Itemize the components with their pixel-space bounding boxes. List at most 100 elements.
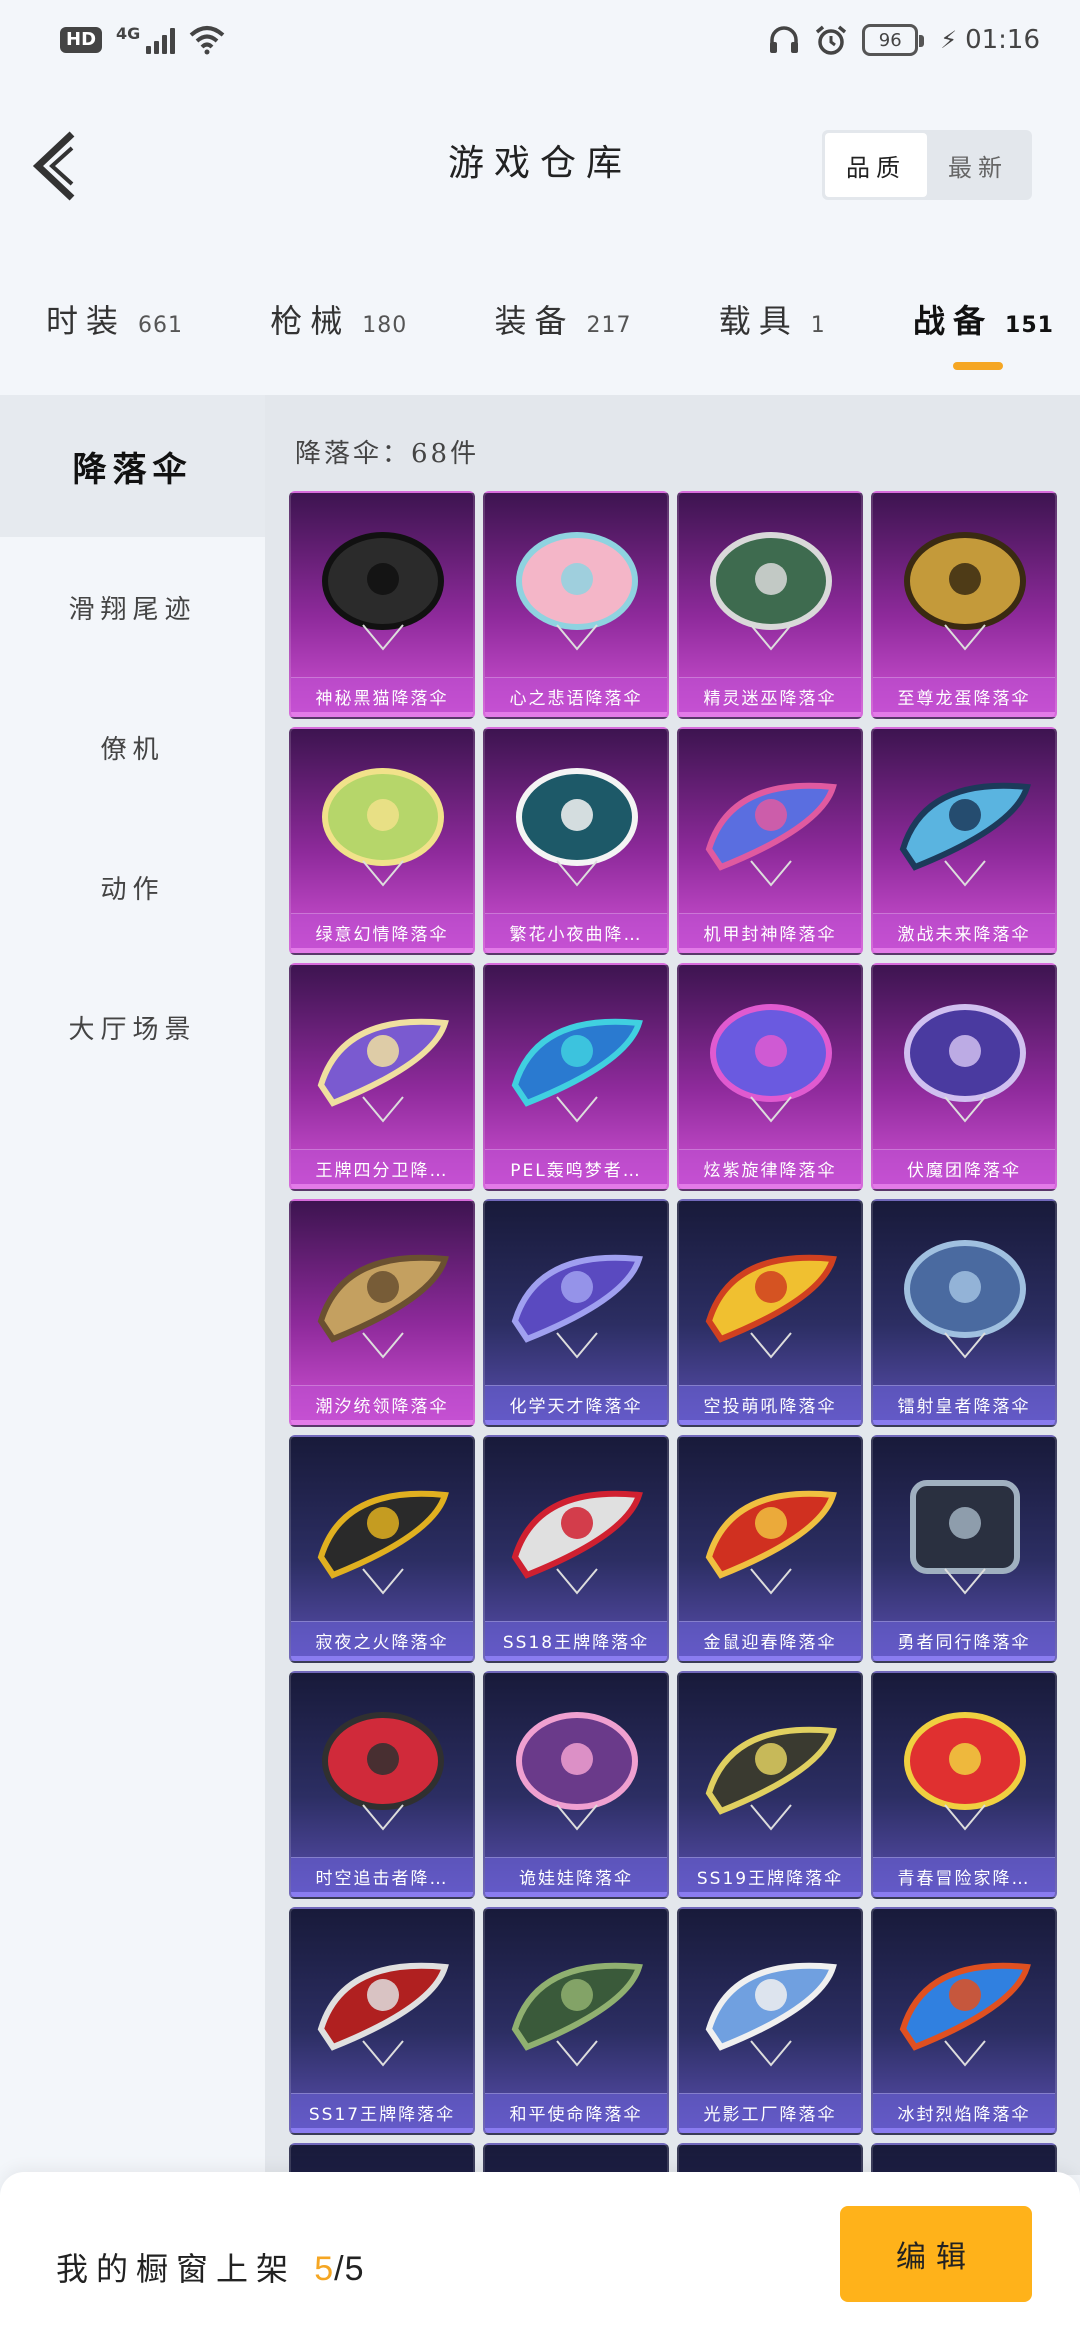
item-name: 和平使命降落伞 (509, 2105, 643, 2125)
tab-count: 151 (1005, 313, 1054, 338)
item-name: 精灵迷巫降落伞 (703, 689, 837, 709)
sort-option-latest[interactable]: 最新 (927, 133, 1029, 197)
item-card[interactable]: 至尊龙蛋降落伞 (871, 491, 1057, 719)
item-card[interactable] (677, 2143, 863, 2175)
item-card[interactable] (289, 2143, 475, 2175)
item-card[interactable]: 镭射皇者降落伞 (871, 1199, 1057, 1427)
parachute-image (904, 1240, 1026, 1359)
parachute-image (511, 1254, 643, 1359)
parachute-image (910, 1480, 1020, 1595)
header: 游戏仓库 品质 最新 (0, 110, 1080, 220)
item-name: 化学天才降落伞 (509, 1397, 643, 1417)
parachute-image (317, 1962, 449, 2067)
parachute-image (511, 1490, 643, 1595)
item-card[interactable]: 空投萌吼降落伞 (677, 1199, 863, 1427)
rarity-strip (679, 1892, 861, 1897)
tab-weapons[interactable]: 枪械 180 (270, 280, 407, 350)
item-card[interactable]: 机甲封神降落伞 (677, 727, 863, 955)
parachute-image (317, 1490, 449, 1595)
item-card[interactable]: 王牌四分卫降… (289, 963, 475, 1191)
item-name: 神秘黑猫降落伞 (315, 689, 449, 709)
status-time: 01:16 (965, 25, 1040, 55)
item-card[interactable]: 繁花小夜曲降… (483, 727, 669, 955)
showcase-status: 我的橱窗上架 5/5 (56, 2244, 364, 2290)
item-card[interactable]: 绿意幻情降落伞 (289, 727, 475, 955)
rarity-strip (291, 948, 473, 953)
item-card[interactable]: 寂夜之火降落伞 (289, 1435, 475, 1663)
item-name: 机甲封神降落伞 (703, 925, 837, 945)
item-card[interactable]: 时空追击者降… (289, 1671, 475, 1899)
parachute-image (317, 1254, 449, 1359)
status-bar: HD 4G 96 ⚡ 01:16 (0, 0, 1080, 80)
item-card[interactable]: PEL轰鸣梦者… (483, 963, 669, 1191)
item-card[interactable]: 精灵迷巫降落伞 (677, 491, 863, 719)
sidebar-item-wingman[interactable]: 僚机 (0, 677, 265, 817)
item-card[interactable]: 神秘黑猫降落伞 (289, 491, 475, 719)
item-name: SS17王牌降落伞 (308, 2105, 456, 2125)
rarity-strip (873, 1892, 1055, 1897)
active-tab-indicator (953, 362, 1003, 370)
edit-button[interactable]: 编辑 (840, 2206, 1032, 2302)
parachute-image (710, 1004, 832, 1123)
rarity-strip (291, 1184, 473, 1189)
sidebar-item-parachute[interactable]: 降落伞 (0, 395, 265, 537)
rarity-strip (485, 1184, 667, 1189)
rarity-strip (679, 1656, 861, 1661)
item-name: 空投萌吼降落伞 (703, 1397, 837, 1417)
item-card[interactable]: 潮汐统领降落伞 (289, 1199, 475, 1427)
item-card[interactable]: 冰封烈焰降落伞 (871, 1907, 1057, 2135)
item-card[interactable]: SS18王牌降落伞 (483, 1435, 669, 1663)
tab-combat-gear[interactable]: 战备 151 (913, 280, 1054, 370)
rarity-strip (485, 1892, 667, 1897)
rarity-strip (291, 1892, 473, 1897)
item-card[interactable]: 青春冒险家降… (871, 1671, 1057, 1899)
tab-equipment[interactable]: 装备 217 (495, 280, 632, 350)
parachute-image (899, 1962, 1031, 2067)
item-card[interactable]: 金鼠迎春降落伞 (677, 1435, 863, 1663)
parachute-image (705, 1726, 837, 1831)
parachute-image (516, 1712, 638, 1831)
alarm-icon (816, 25, 847, 55)
item-name: 王牌四分卫降… (315, 1161, 449, 1181)
item-card[interactable]: 激战未来降落伞 (871, 727, 1057, 955)
rarity-strip (873, 1656, 1055, 1661)
item-card[interactable] (871, 2143, 1057, 2175)
tab-count: 180 (362, 313, 408, 338)
item-card[interactable]: 光影工厂降落伞 (677, 1907, 863, 2135)
sidebar-item-lobby-scene[interactable]: 大厅场景 (0, 957, 265, 1097)
tab-label: 载具 (718, 302, 799, 340)
item-name: 冰封烈焰降落伞 (897, 2105, 1031, 2125)
sidebar-item-glide-trail[interactable]: 滑翔尾迹 (0, 537, 265, 677)
wifi-icon (189, 26, 225, 55)
item-card[interactable]: 炫紫旋律降落伞 (677, 963, 863, 1191)
item-card[interactable]: SS19王牌降落伞 (677, 1671, 863, 1899)
tab-fashion[interactable]: 时装 661 (46, 280, 183, 350)
parachute-image (511, 1018, 643, 1123)
item-card[interactable]: 和平使命降落伞 (483, 1907, 669, 2135)
showcase-current: 5 (314, 2250, 335, 2288)
rarity-strip (679, 1420, 861, 1425)
item-card[interactable]: 伏魔团降落伞 (871, 963, 1057, 1191)
tab-vehicles[interactable]: 载具 1 (719, 280, 826, 350)
item-name: 绿意幻情降落伞 (315, 925, 449, 945)
sort-option-quality[interactable]: 品质 (825, 133, 927, 197)
parachute-image (705, 1490, 837, 1595)
rarity-strip (873, 1420, 1055, 1425)
item-name: 寂夜之火降落伞 (315, 1633, 449, 1653)
network-type: 4G (116, 23, 141, 43)
item-card[interactable] (483, 2143, 669, 2175)
rarity-strip (873, 1184, 1055, 1189)
battery-indicator: 96 (862, 24, 925, 56)
parachute-image (710, 532, 832, 651)
rarity-strip (679, 1184, 861, 1189)
item-card[interactable]: 诡娃娃降落伞 (483, 1671, 669, 1899)
item-card[interactable]: 心之悲语降落伞 (483, 491, 669, 719)
item-card[interactable]: 勇者同行降落伞 (871, 1435, 1057, 1663)
item-card[interactable]: 化学天才降落伞 (483, 1199, 669, 1427)
sidebar-item-emote[interactable]: 动作 (0, 817, 265, 957)
parachute-image (705, 1254, 837, 1359)
category-tabs: 时装 661 枪械 180 装备 217 载具 1 战备 151 (0, 280, 1080, 380)
showcase-total: 5 (344, 2250, 365, 2288)
item-card[interactable]: SS17王牌降落伞 (289, 1907, 475, 2135)
rarity-strip (873, 712, 1055, 717)
